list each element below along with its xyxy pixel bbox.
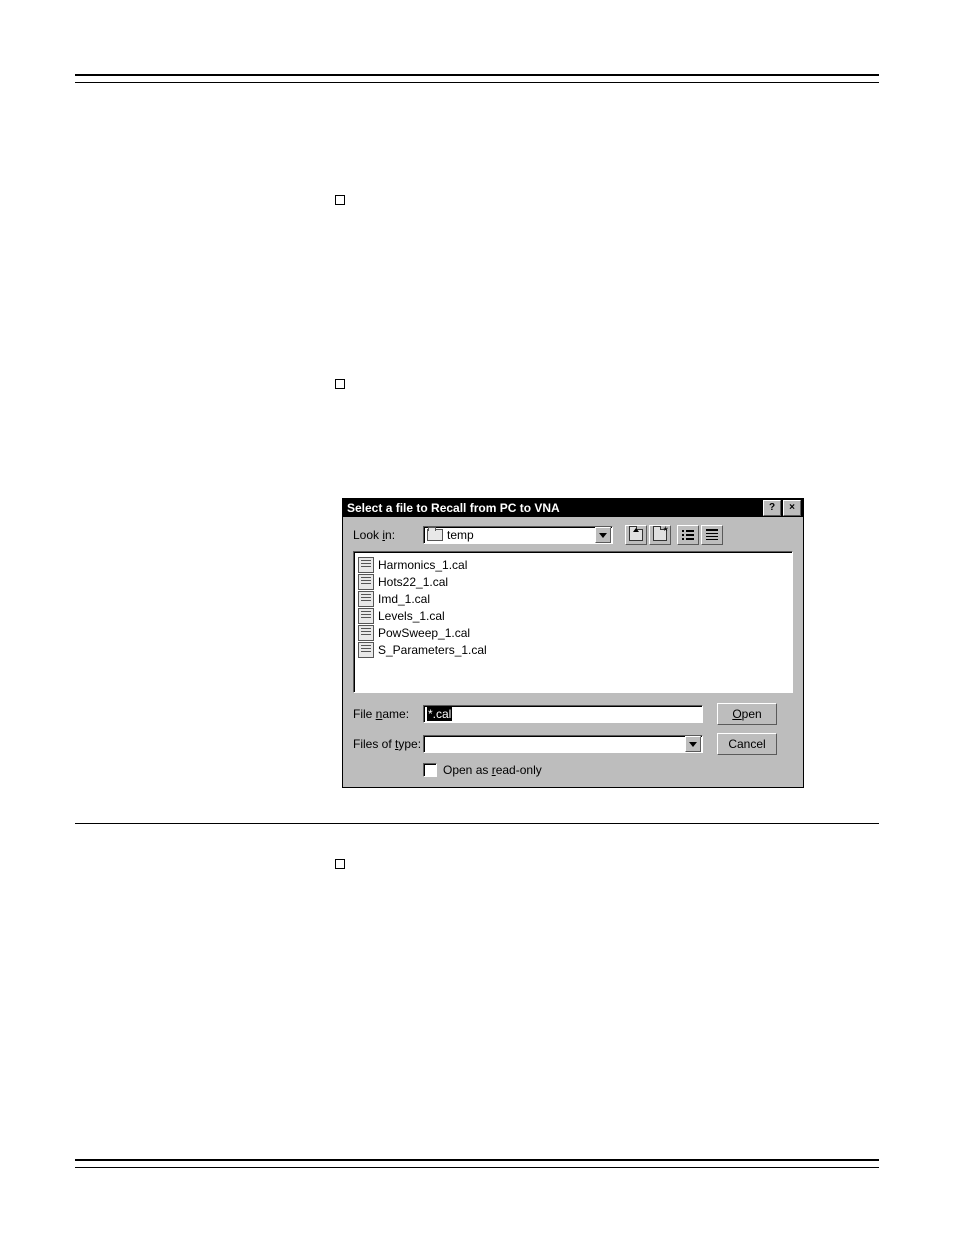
file-name-value: *.cal bbox=[427, 707, 452, 721]
read-only-label: Open as read-only bbox=[443, 763, 542, 777]
cancel-label: Cancel bbox=[728, 737, 765, 751]
file-name: PowSweep_1.cal bbox=[378, 626, 470, 640]
file-name: Levels_1.cal bbox=[378, 609, 445, 623]
file-icon bbox=[358, 642, 374, 658]
bullet-icon bbox=[335, 195, 345, 205]
help-button[interactable]: ? bbox=[763, 500, 781, 516]
close-icon: × bbox=[789, 503, 795, 513]
file-name: Harmonics_1.cal bbox=[378, 558, 467, 572]
list-view-button[interactable] bbox=[677, 525, 699, 545]
look-in-value: temp bbox=[447, 528, 474, 542]
file-name: Imd_1.cal bbox=[378, 592, 430, 606]
bullet-icon bbox=[335, 379, 345, 389]
file-open-dialog: Select a file to Recall from PC to VNA ?… bbox=[342, 498, 804, 788]
list-item[interactable]: PowSweep_1.cal bbox=[358, 624, 788, 641]
dropdown-arrow-icon[interactable] bbox=[685, 736, 701, 752]
dropdown-arrow-icon[interactable] bbox=[595, 527, 611, 543]
bullet-icon bbox=[335, 859, 345, 869]
open-button[interactable]: Open bbox=[717, 703, 777, 725]
up-one-level-icon bbox=[629, 529, 643, 541]
file-icon bbox=[358, 574, 374, 590]
look-in-select[interactable]: temp bbox=[423, 526, 613, 544]
new-folder-icon bbox=[653, 529, 667, 541]
file-name: Hots22_1.cal bbox=[378, 575, 448, 589]
file-name: S_Parameters_1.cal bbox=[378, 643, 487, 657]
file-icon bbox=[358, 625, 374, 641]
look-in-label: Look in: bbox=[353, 528, 423, 542]
file-name-input[interactable]: *.cal bbox=[423, 705, 703, 723]
folder-icon bbox=[427, 529, 443, 541]
close-button[interactable]: × bbox=[783, 500, 801, 516]
up-one-level-button[interactable] bbox=[625, 525, 647, 545]
list-item[interactable]: Levels_1.cal bbox=[358, 607, 788, 624]
file-icon bbox=[358, 591, 374, 607]
details-view-icon bbox=[706, 529, 718, 541]
list-item[interactable]: Hots22_1.cal bbox=[358, 573, 788, 590]
files-of-type-select[interactable] bbox=[423, 735, 703, 753]
cancel-button[interactable]: Cancel bbox=[717, 733, 777, 755]
dialog-title: Select a file to Recall from PC to VNA bbox=[347, 501, 761, 515]
file-list[interactable]: Harmonics_1.cal Hots22_1.cal Imd_1.cal L… bbox=[353, 551, 793, 693]
read-only-checkbox[interactable] bbox=[423, 763, 437, 777]
list-item[interactable]: S_Parameters_1.cal bbox=[358, 641, 788, 658]
list-item[interactable]: Harmonics_1.cal bbox=[358, 556, 788, 573]
files-of-type-label: Files of type: bbox=[353, 737, 423, 751]
file-name-label: File name: bbox=[353, 707, 423, 721]
file-icon bbox=[358, 557, 374, 573]
details-view-button[interactable] bbox=[701, 525, 723, 545]
list-item[interactable]: Imd_1.cal bbox=[358, 590, 788, 607]
dialog-titlebar[interactable]: Select a file to Recall from PC to VNA ?… bbox=[343, 499, 803, 517]
list-view-icon bbox=[682, 529, 694, 541]
help-icon: ? bbox=[769, 503, 775, 513]
create-new-folder-button[interactable] bbox=[649, 525, 671, 545]
file-icon bbox=[358, 608, 374, 624]
